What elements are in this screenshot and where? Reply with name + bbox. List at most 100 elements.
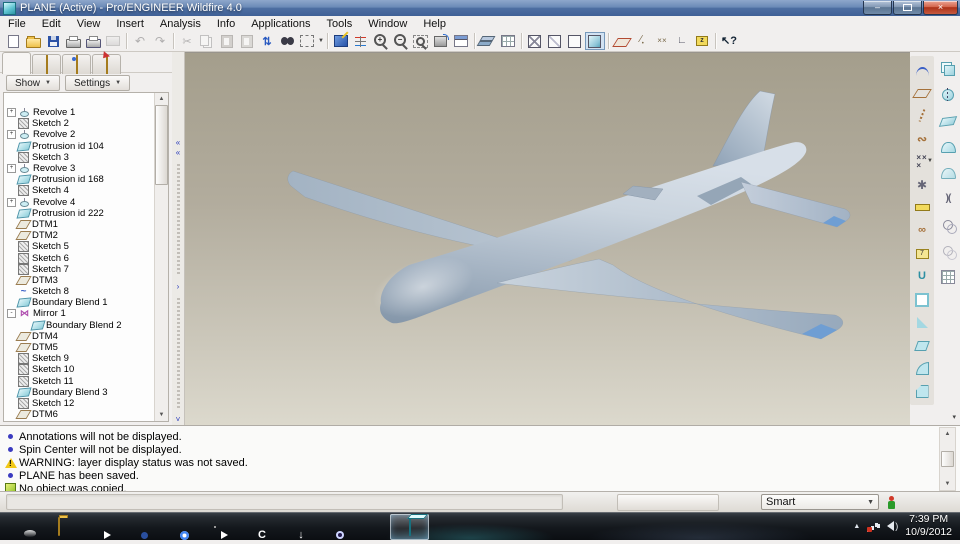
close-button[interactable]: × — [923, 1, 958, 15]
menu-view[interactable]: View — [69, 16, 109, 31]
cut-button[interactable]: ✂ — [177, 32, 197, 50]
toolbar-overflow-icon[interactable]: ▾ — [952, 413, 956, 421]
tree-item[interactable]: DTM2 — [6, 230, 154, 241]
chamfer-tool-button[interactable] — [911, 380, 933, 403]
graphics-viewport[interactable] — [185, 52, 910, 426]
collapse-left-icon[interactable]: « — [176, 138, 180, 148]
refit-button[interactable] — [411, 32, 431, 50]
csys-toggle-button[interactable]: ∟ — [672, 32, 692, 50]
tree-item[interactable]: DTM1 — [6, 219, 154, 230]
menu-help[interactable]: Help — [415, 16, 454, 31]
chevron-down-icon[interactable]: ▼ — [927, 158, 933, 164]
note-tool-button[interactable]: 7 — [911, 242, 933, 265]
scroll-down-icon[interactable]: ▼ — [945, 478, 951, 490]
revolve-tool-button[interactable] — [937, 82, 959, 108]
layers-button[interactable] — [478, 32, 498, 50]
menu-edit[interactable]: Edit — [34, 16, 69, 31]
scrollbar-thumb[interactable] — [155, 105, 168, 185]
analysis-tool-button[interactable] — [911, 196, 933, 219]
saved-view-list-button[interactable] — [451, 32, 471, 50]
annotations-toggle-button[interactable]: z — [692, 32, 712, 50]
status-blank-button[interactable] — [617, 493, 719, 511]
sash-grip[interactable] — [176, 164, 180, 276]
datum-axes-toggle-button[interactable]: ∕• — [632, 32, 652, 50]
curve-tool-button[interactable]: ∾ — [911, 127, 933, 150]
datum-plane-tool-button[interactable] — [911, 81, 933, 104]
tree-item[interactable]: Sketch 4 — [6, 185, 154, 197]
settings-button[interactable]: Settings ▼ — [64, 75, 131, 91]
pro-engineer[interactable] — [390, 513, 429, 540]
tree-expand-box[interactable]: + — [7, 164, 16, 174]
send-mail-button[interactable] — [103, 32, 123, 50]
hole-tool-button[interactable]: U — [911, 265, 933, 288]
maximize-button[interactable] — [893, 1, 922, 15]
menu-applications[interactable]: Applications — [243, 16, 318, 31]
tree-item[interactable]: Sketch 9 — [6, 353, 154, 365]
chevron-down-icon[interactable]: ▼ — [318, 38, 324, 44]
ccleaner[interactable] — [234, 514, 273, 540]
windows-explorer[interactable] — [39, 514, 78, 540]
selection-filter-combo[interactable]: Smart ▼ — [761, 494, 879, 510]
datum-planes-toggle-button[interactable] — [612, 32, 632, 50]
wireframe-button[interactable] — [525, 32, 545, 50]
pattern-tool-button[interactable] — [937, 264, 959, 290]
favorites-tab[interactable] — [62, 54, 91, 74]
selection-box-button[interactable] — [297, 32, 317, 50]
tree-item[interactable]: Sketch 7 — [6, 263, 154, 275]
shell-tool-button[interactable] — [911, 288, 933, 311]
navigator-sash[interactable]: « « › ˅ — [172, 52, 185, 425]
menu-analysis[interactable]: Analysis — [152, 16, 209, 31]
tree-expand-box[interactable]: + — [7, 197, 16, 207]
paste-button[interactable] — [217, 32, 237, 50]
tree-item[interactable]: Protrusion id 104 — [6, 141, 154, 152]
firefox[interactable] — [117, 514, 156, 540]
draft-tool-button[interactable] — [911, 334, 933, 357]
view-manager-button[interactable] — [498, 32, 518, 50]
expand-right-icon[interactable]: › — [177, 282, 180, 292]
scroll-up-icon[interactable]: ▲ — [945, 428, 951, 440]
message-scrollbar[interactable]: ▲ ▼ — [939, 427, 956, 491]
menu-tools[interactable]: Tools — [319, 16, 361, 31]
model-tree-scrollbar[interactable]: ▲ ▼ — [154, 93, 168, 421]
tree-item[interactable]: Sketch 10 — [6, 364, 154, 376]
paste-special-button[interactable] — [237, 32, 257, 50]
tree-item[interactable]: DTM4 — [6, 331, 154, 342]
chain-tool-button[interactable]: ∞ — [911, 219, 933, 242]
tree-item[interactable]: Protrusion id 168 — [6, 174, 154, 185]
tree-item[interactable]: Boundary Blend 1 — [6, 297, 154, 308]
menu-window[interactable]: Window — [360, 16, 415, 31]
tree-expand-box[interactable]: + — [7, 108, 16, 118]
open-file-button[interactable] — [23, 32, 43, 50]
windows-media-player[interactable] — [78, 514, 117, 540]
csys-tool-button[interactable]: ✱ — [911, 173, 933, 196]
hidden-line-button[interactable] — [545, 32, 565, 50]
tree-item[interactable]: Sketch 11 — [6, 375, 154, 387]
round-tool-button[interactable] — [911, 357, 933, 380]
red-grid-app[interactable] — [351, 514, 390, 540]
copy-button[interactable] — [197, 32, 217, 50]
scroll-up-icon[interactable]: ▲ — [159, 93, 165, 105]
collapse-left-icon[interactable]: « — [176, 148, 180, 158]
tree-item[interactable]: Sketch 5 — [6, 241, 154, 253]
undo-button[interactable]: ↶ — [130, 32, 150, 50]
repaint-button[interactable] — [331, 32, 351, 50]
volume-icon[interactable]: ) — [877, 521, 898, 531]
tree-item[interactable]: DTM6 — [6, 409, 154, 420]
scrollbar-thumb[interactable] — [941, 451, 954, 467]
reorient-button[interactable] — [431, 32, 451, 50]
tree-item[interactable]: Protrusion id 222 — [6, 208, 154, 219]
zoom-out-button[interactable]: − — [391, 32, 411, 50]
zoom-in-button[interactable]: + — [371, 32, 391, 50]
model-tree-tab[interactable] — [2, 52, 31, 74]
tree-item[interactable]: Boundary Blend 2 — [6, 320, 154, 331]
tree-item[interactable]: ~ Sketch 8 — [6, 286, 154, 297]
merge-tool-button[interactable]: )( — [937, 186, 959, 212]
menu-info[interactable]: Info — [209, 16, 243, 31]
tree-item[interactable]: Sketch 6 — [6, 252, 154, 264]
minimize-button[interactable]: – — [863, 1, 892, 15]
print-button[interactable] — [63, 32, 83, 50]
rib-tool-button[interactable] — [911, 311, 933, 334]
taskbar-clock[interactable]: 7:39 PM 10/9/2012 — [905, 513, 952, 539]
sash-grip[interactable] — [176, 297, 180, 409]
datum-axis-tool-button[interactable] — [911, 104, 933, 127]
